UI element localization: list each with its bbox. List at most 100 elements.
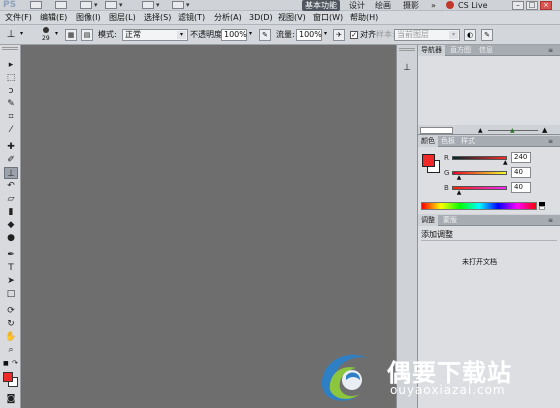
opacity-dropdown-icon[interactable]: ▾ (249, 29, 252, 39)
brush-tool-icon[interactable]: ✐ (4, 154, 18, 166)
zoom-dropdown-icon[interactable]: ▾ (119, 1, 123, 9)
screen-mode-icon[interactable] (172, 1, 184, 9)
tablet-pressure-size-icon[interactable]: ✎ (481, 29, 493, 41)
clone-stamp-preset-icon[interactable]: ⊥ (4, 28, 18, 41)
zoom-level-icon[interactable] (105, 1, 117, 9)
brush-tip-icon[interactable] (43, 27, 49, 33)
clone-stamp-tool-icon[interactable]: ⊥ (4, 167, 18, 179)
3d-rotate-tool-icon[interactable]: ⟳ (4, 305, 18, 317)
foreground-color-swatch[interactable] (3, 372, 13, 382)
quick-mask-icon[interactable]: ◙ (4, 393, 18, 405)
eyedropper-tool-icon[interactable]: ⁄ (4, 124, 18, 136)
crop-tool-icon[interactable]: ⌗ (4, 111, 18, 123)
zoom-tool-icon[interactable]: ⌕ (4, 344, 18, 356)
menu-analysis[interactable]: 分析(A) (214, 12, 242, 24)
swap-colors-icon[interactable]: ↷ (12, 360, 18, 367)
path-selection-tool-icon[interactable]: ➤ (4, 275, 18, 287)
dodge-tool-icon[interactable]: ● (4, 232, 18, 244)
zoom-in-icon[interactable]: ▲ (542, 126, 547, 134)
tab-histogram[interactable]: 直方图 (447, 45, 474, 56)
tab-swatches[interactable]: 色板 (438, 136, 458, 147)
tab-info[interactable]: 信息 (476, 45, 496, 56)
flow-input[interactable]: 100% (296, 29, 322, 41)
eraser-tool-icon[interactable]: ▱ (4, 193, 18, 205)
menu-filter[interactable]: 滤镜(T) (178, 12, 205, 24)
gradient-tool-icon[interactable]: ▮ (4, 206, 18, 218)
red-slider[interactable] (452, 156, 507, 160)
blue-slider-thumb[interactable]: ▲ (457, 189, 462, 196)
tab-adjustments[interactable]: 调整 (418, 215, 438, 226)
cs-live-icon[interactable] (446, 1, 454, 9)
history-brush-tool-icon[interactable]: ↶ (4, 180, 18, 192)
workspace-essentials-button[interactable]: 基本功能 (302, 0, 340, 11)
menu-help[interactable]: 帮助(H) (350, 12, 378, 24)
type-tool-icon[interactable]: T (4, 262, 18, 274)
airbrush-icon[interactable]: ✈ (333, 29, 345, 41)
panel-menu-icon[interactable]: ≡ (548, 217, 553, 224)
panel-menu-icon[interactable]: ≡ (548, 138, 553, 145)
panel-menu-icon[interactable]: ≡ (548, 47, 553, 54)
lasso-tool-icon[interactable]: ↄ (4, 85, 18, 97)
arrange-documents-icon[interactable] (142, 1, 154, 9)
sample-select[interactable]: 当前图层 ▾ (394, 29, 460, 41)
workspace-painting-button[interactable]: 绘画 (372, 0, 394, 11)
cs-live-button[interactable]: CS Live (455, 0, 491, 11)
workspace-more-button[interactable]: » (428, 0, 439, 11)
zoom-field[interactable] (420, 127, 453, 134)
align-checkbox[interactable]: ✓ (350, 31, 358, 39)
extras-dropdown-icon[interactable]: ▾ (94, 1, 98, 9)
workspace-photography-button[interactable]: 摄影 (400, 0, 422, 11)
brush-dropdown-icon[interactable]: ▾ (55, 29, 58, 39)
brush-panel-icon[interactable]: ▦ (65, 29, 77, 41)
green-slider-thumb[interactable]: ▲ (457, 174, 462, 181)
blue-value-input[interactable]: 40 (511, 182, 531, 193)
white-swatch[interactable] (539, 206, 545, 210)
3d-orbit-tool-icon[interactable]: ↻ (4, 318, 18, 330)
maximize-icon[interactable]: □ (526, 1, 538, 10)
tablet-pressure-icon[interactable]: ✎ (259, 29, 271, 41)
tab-masks[interactable]: 蒙版 (440, 215, 460, 226)
extras-icon[interactable] (80, 1, 92, 9)
move-tool-icon[interactable]: ▸ (4, 59, 18, 71)
mini-bridge-icon[interactable] (55, 1, 67, 9)
spot-healing-tool-icon[interactable]: ✚ (4, 141, 18, 153)
tab-styles[interactable]: 样式 (458, 136, 478, 147)
workspace-design-button[interactable]: 设计 (346, 0, 368, 11)
flow-dropdown-icon[interactable]: ▾ (324, 29, 327, 39)
green-value-input[interactable]: 40 (511, 167, 531, 178)
menu-file[interactable]: 文件(F) (5, 12, 32, 24)
tools-grip[interactable] (2, 47, 18, 50)
mode-select[interactable]: 正常 ▾ (122, 29, 188, 41)
tab-navigator[interactable]: 导航器 (418, 45, 445, 56)
menu-layer[interactable]: 图层(L) (109, 12, 136, 24)
clone-source-panel-icon[interactable]: ▤ (81, 29, 93, 41)
menu-image[interactable]: 图像(I) (76, 12, 101, 24)
red-value-input[interactable]: 240 (511, 152, 531, 163)
hand-tool-icon[interactable]: ✋ (4, 331, 18, 343)
menu-view[interactable]: 视图(V) (278, 12, 306, 24)
menu-3d[interactable]: 3D(D) (249, 12, 273, 24)
tab-color[interactable]: 颜色 (418, 136, 438, 147)
rectangle-tool-icon[interactable]: □ (4, 288, 18, 300)
menu-edit[interactable]: 编辑(E) (40, 12, 67, 24)
screen-mode-dropdown-icon[interactable]: ▾ (186, 1, 190, 9)
preset-dropdown-icon[interactable]: ▾ (20, 29, 23, 39)
menu-window[interactable]: 窗口(W) (313, 12, 343, 24)
strip-grip[interactable] (399, 48, 415, 51)
zoom-out-icon[interactable]: ▲ (478, 127, 483, 134)
marquee-tool-icon[interactable]: ⬚ (4, 72, 18, 84)
ignore-adjustment-layers-icon[interactable]: ◐ (464, 29, 476, 41)
blur-tool-icon[interactable]: ◆ (4, 219, 18, 231)
zoom-slider-thumb[interactable]: ▲ (510, 127, 515, 134)
foreground-color-swatch[interactable] (422, 154, 435, 167)
default-colors-icon[interactable]: ■ (3, 361, 9, 367)
arrange-dropdown-icon[interactable]: ▾ (156, 1, 160, 9)
bridge-icon[interactable] (30, 1, 42, 9)
pen-tool-icon[interactable]: ✒ (4, 249, 18, 261)
minimize-icon[interactable]: – (512, 1, 524, 10)
red-slider-thumb[interactable]: ▲ (503, 159, 508, 166)
close-icon[interactable]: × (540, 1, 552, 10)
color-spectrum-bar[interactable] (421, 202, 537, 210)
opacity-input[interactable]: 100% (221, 29, 247, 41)
menu-select[interactable]: 选择(S) (144, 12, 171, 24)
